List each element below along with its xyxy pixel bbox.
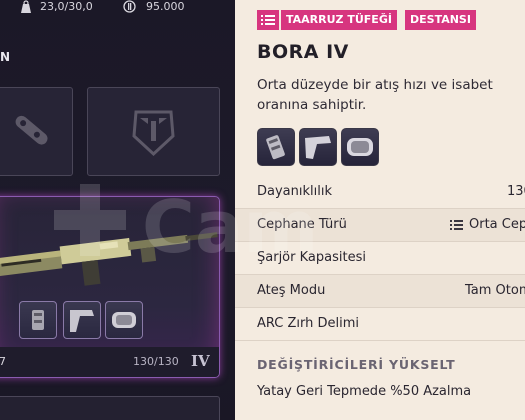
stat-label: ARC Zırh Delimi xyxy=(257,316,360,331)
muzzle-icon xyxy=(32,310,44,330)
rifle-image xyxy=(0,232,218,286)
attachment-slot-icon xyxy=(15,115,48,145)
stat-label: Ateş Modu xyxy=(257,283,326,298)
stock-icon xyxy=(305,136,331,159)
weapon-card[interactable]: 7 130/130 IV xyxy=(0,196,220,378)
modifier-description: Yatay Geri Tepmede %50 Azalma xyxy=(257,384,472,399)
shield-slot[interactable] xyxy=(87,87,220,176)
section-header-partial: N xyxy=(0,50,11,64)
weight-icon xyxy=(21,0,31,13)
stats-table: Dayanıklılık 130 Cephane Türü Orta Cep Ş… xyxy=(235,176,525,341)
mod-slot-stock[interactable] xyxy=(299,128,337,166)
magazine-icon xyxy=(347,138,373,156)
mod-slot-muzzle[interactable] xyxy=(257,128,295,166)
stat-row-mag-capacity: Şarjör Kapasitesi xyxy=(235,242,525,275)
coin-icon xyxy=(123,0,136,13)
stat-value: Orta Cep xyxy=(469,217,525,232)
stat-label: Cephane Türü xyxy=(257,217,347,232)
stat-value: Tam Otom xyxy=(465,283,525,298)
equipment-slot[interactable] xyxy=(0,87,73,176)
tier-badge: IV xyxy=(191,352,210,370)
stat-row-ammo-type: Cephane Türü Orta Cep xyxy=(235,209,525,242)
attachment-thumb-stock[interactable] xyxy=(63,301,101,339)
weapon-card-footer: 7 130/130 IV xyxy=(0,347,219,377)
magazine-icon xyxy=(112,312,136,328)
list-icon xyxy=(257,10,279,30)
item-description: Orta düzeyde bir atış hızı ve isabet ora… xyxy=(257,77,493,113)
inventory-panel: 23,0/30,0 95.000 N 130/130 IV xyxy=(0,0,235,420)
stat-label: Dayanıklılık xyxy=(257,184,332,199)
equipment-slot-lower[interactable] xyxy=(0,396,220,420)
weapon-card-count: 7 xyxy=(0,355,6,368)
attachment-thumb-muzzle[interactable] xyxy=(19,301,57,339)
currency-value: 95.000 xyxy=(146,0,185,13)
item-title: BORA IV xyxy=(257,41,349,63)
stock-icon xyxy=(70,310,94,332)
rarity-tag: DESTANSI xyxy=(405,10,476,30)
stat-value: 130 xyxy=(507,184,525,199)
stat-row-fire-mode: Ateş Modu Tam Otom xyxy=(235,275,525,308)
weapon-type-tag: TAARRUZ TÜFEĞİ xyxy=(281,10,397,30)
mod-slot-magazine[interactable] xyxy=(341,128,379,166)
shield-icon xyxy=(132,110,175,157)
attachment-thumb-magazine[interactable] xyxy=(105,301,143,339)
ammo-count: 130/130 xyxy=(133,355,179,368)
stat-label: Şarjör Kapasitesi xyxy=(257,250,366,265)
stat-row-arc-armor-penetration: ARC Zırh Delimi xyxy=(235,308,525,341)
weight-value: 23,0/30,0 xyxy=(40,0,93,13)
stat-row-durability: Dayanıklılık 130 xyxy=(235,176,525,209)
resource-bar: 23,0/30,0 95.000 xyxy=(0,0,235,16)
list-icon xyxy=(450,220,463,230)
item-detail-panel: TAARRUZ TÜFEĞİ DESTANSI BORA IV Orta düz… xyxy=(235,0,525,420)
muzzle-icon xyxy=(266,135,285,160)
upgrade-modifiers-title: DEĞİŞTİRİCİLERİ YÜKSELT xyxy=(257,357,456,372)
